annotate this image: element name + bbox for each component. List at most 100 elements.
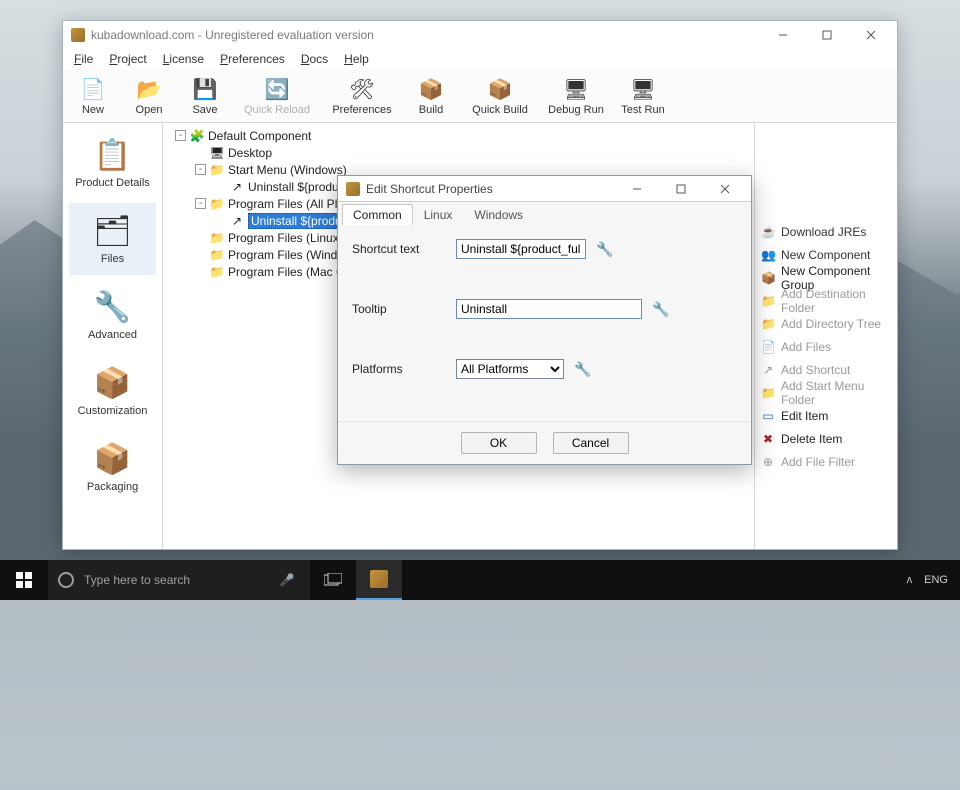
- close-button[interactable]: [849, 22, 893, 48]
- tab-windows[interactable]: Windows: [463, 204, 534, 225]
- dialog-close-button[interactable]: [703, 176, 747, 202]
- action-icon: 📁: [761, 294, 775, 308]
- toolbar-new[interactable]: 📄New: [69, 76, 117, 116]
- tree-row[interactable]: -🧩Default Component: [167, 127, 750, 144]
- action-label: Add File Filter: [781, 455, 855, 469]
- action-label: Add Destination Folder: [781, 287, 891, 315]
- left-nav: 📋Product Details🗂Files🔧Advanced📦Customiz…: [63, 123, 163, 549]
- folder-icon: 📁: [209, 231, 225, 245]
- action-add-file-filter[interactable]: ⊕ Add File Filter: [761, 453, 891, 471]
- dialog-icon: [346, 182, 360, 196]
- toolbar-label: Preferences: [332, 104, 391, 116]
- taskbar-search[interactable]: Type here to search 🎤: [48, 560, 310, 600]
- box-icon: 📦: [95, 441, 131, 477]
- shortcut-text-label: Shortcut text: [352, 242, 456, 256]
- toolbar-quick-build[interactable]: 📦Quick Build: [463, 76, 537, 116]
- dialog-maximize-button[interactable]: [659, 176, 703, 202]
- action-download-jres[interactable]: ☕Download JREs: [761, 223, 891, 241]
- nav-advanced[interactable]: 🔧Advanced: [69, 279, 156, 351]
- toolbar-label: Quick Build: [472, 104, 528, 116]
- action-icon: 👥: [761, 248, 775, 262]
- nav-product-details[interactable]: 📋Product Details: [69, 127, 156, 199]
- nav-files[interactable]: 🗂 Files: [69, 203, 156, 275]
- dialog-tabs: CommonLinuxWindows: [338, 202, 751, 225]
- action-add-destination-folder[interactable]: 📁Add Destination Folder: [761, 292, 891, 310]
- action-icon: ✖: [761, 432, 775, 446]
- menu-help[interactable]: Help: [337, 51, 376, 67]
- files-icon: 🗂: [95, 213, 131, 249]
- toolbar-open[interactable]: 📂Open: [125, 76, 173, 116]
- menu-docs[interactable]: Docs: [294, 51, 335, 67]
- tree-row[interactable]: 🖥Desktop: [167, 144, 750, 161]
- toolbar-debug-run[interactable]: 🖥Debug Run: [545, 76, 607, 116]
- tree-twisty[interactable]: -: [195, 164, 206, 175]
- tray-lang[interactable]: ENG: [924, 574, 948, 586]
- tooltip-input[interactable]: [456, 299, 642, 319]
- shortcut-text-input[interactable]: [456, 239, 586, 259]
- reload-icon: 🔄: [263, 76, 291, 104]
- menu-file[interactable]: File: [67, 51, 100, 67]
- nav-label: Files: [101, 253, 124, 265]
- tree-twisty[interactable]: -: [195, 198, 206, 209]
- task-view-icon[interactable]: [310, 560, 356, 600]
- component-icon: 🧩: [189, 129, 205, 143]
- open-icon: 📂: [135, 76, 163, 104]
- platforms-select[interactable]: All Platforms: [456, 359, 564, 379]
- toolbar-label: Save: [192, 104, 217, 116]
- dialog-minimize-button[interactable]: [615, 176, 659, 202]
- tree-twisty[interactable]: -: [175, 130, 186, 141]
- wrench-icon: 🔧: [95, 289, 131, 325]
- tooltip-label: Tooltip: [352, 302, 456, 316]
- tab-linux[interactable]: Linux: [413, 204, 464, 225]
- menu-license[interactable]: License: [156, 51, 211, 67]
- action-new-component-group[interactable]: 📦New Component Group: [761, 269, 891, 287]
- action-edit-item[interactable]: ▭Edit Item: [761, 407, 891, 425]
- nav-label: Packaging: [87, 481, 138, 493]
- toolbar-label: Debug Run: [548, 104, 604, 116]
- save-icon: 💾: [191, 76, 219, 104]
- new-icon: 📄: [79, 76, 107, 104]
- tray-chevron-icon[interactable]: ʌ: [907, 574, 913, 586]
- nav-packaging[interactable]: 📦 Packaging: [69, 431, 156, 503]
- action-label: Add Directory Tree: [781, 317, 881, 331]
- menu-project[interactable]: Project: [102, 51, 153, 67]
- nav-customization[interactable]: 📦Customization: [69, 355, 156, 427]
- action-new-component[interactable]: 👥New Component: [761, 246, 891, 264]
- action-label: Add Shortcut: [781, 363, 850, 377]
- action-add-directory-tree[interactable]: 📁Add Directory Tree: [761, 315, 891, 333]
- action-icon: 📁: [761, 386, 775, 400]
- maximize-button[interactable]: [805, 22, 849, 48]
- app-icon: [71, 28, 85, 42]
- toolbar-label: Build: [419, 104, 443, 116]
- cancel-button[interactable]: Cancel: [553, 432, 629, 454]
- action-add-shortcut[interactable]: ↗Add Shortcut: [761, 361, 891, 379]
- action-delete-item[interactable]: ✖Delete Item: [761, 430, 891, 448]
- taskbar-app-icon[interactable]: [356, 560, 402, 600]
- minimize-button[interactable]: [761, 22, 805, 48]
- wand-icon[interactable]: 🔧: [574, 361, 591, 378]
- action-icon: 📦: [761, 271, 775, 285]
- toolbar-label: Open: [136, 104, 163, 116]
- action-icon: ⊕: [761, 455, 775, 469]
- tab-common[interactable]: Common: [342, 204, 413, 225]
- toolbar-quick-reload: 🔄Quick Reload: [237, 76, 317, 116]
- action-label: Download JREs: [781, 225, 866, 239]
- build-icon: 📦: [417, 76, 445, 104]
- nav-label: Customization: [78, 405, 148, 417]
- menu-preferences[interactable]: Preferences: [213, 51, 292, 67]
- action-icon: 📄: [761, 340, 775, 354]
- toolbar-test-run[interactable]: 🖥Test Run: [615, 76, 671, 116]
- action-label: Add Start Menu Folder: [781, 379, 891, 407]
- ok-button[interactable]: OK: [461, 432, 537, 454]
- action-add-files[interactable]: 📄Add Files: [761, 338, 891, 356]
- toolbar-build[interactable]: 📦Build: [407, 76, 455, 116]
- wand-icon[interactable]: 🔧: [652, 301, 669, 318]
- folder-icon: 📁: [209, 248, 225, 262]
- start-button[interactable]: [0, 560, 48, 600]
- mic-icon[interactable]: 🎤: [274, 573, 300, 587]
- action-add-start-menu-folder[interactable]: 📁Add Start Menu Folder: [761, 384, 891, 402]
- toolbar-label: Quick Reload: [244, 104, 310, 116]
- wand-icon[interactable]: 🔧: [596, 241, 613, 258]
- toolbar-save[interactable]: 💾Save: [181, 76, 229, 116]
- toolbar-preferences[interactable]: 🛠Preferences: [325, 76, 399, 116]
